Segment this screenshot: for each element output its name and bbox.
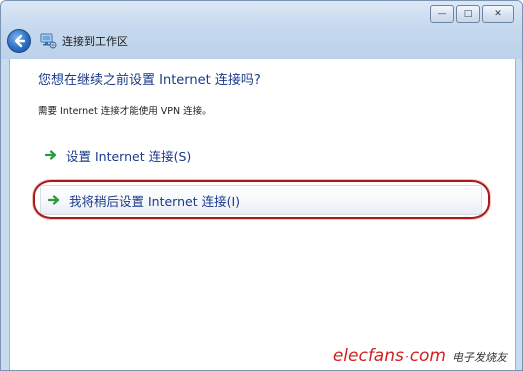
green-arrow-icon	[44, 148, 58, 162]
setup-internet-option[interactable]: 设置 Internet 连接(S)	[44, 142, 191, 168]
green-arrow-icon	[47, 193, 61, 207]
setup-internet-label: 设置 Internet 连接(S)	[66, 148, 192, 164]
page-description: 需要 Internet 连接才能使用 VPN 连接。	[38, 106, 212, 117]
maximize-icon: □	[463, 9, 473, 19]
wizard-content: 您想在继续之前设置 Internet 连接吗? 需要 Internet 连接才能…	[9, 59, 516, 370]
close-icon: ✕	[494, 9, 502, 19]
close-button[interactable]: ✕	[482, 5, 514, 23]
watermark-logo: elecfans·com	[332, 346, 446, 366]
watermark: elecfans·com 电子发烧友	[333, 346, 507, 366]
title-bar: — □ ✕ 连接到工作区	[1, 1, 522, 59]
network-connection-icon	[39, 32, 57, 50]
minimize-icon: —	[437, 9, 447, 19]
page-title: 您想在继续之前设置 Internet 连接吗?	[38, 73, 261, 88]
minimize-button[interactable]: —	[430, 5, 454, 23]
back-arrow-icon	[14, 34, 26, 48]
back-button[interactable]	[7, 29, 31, 53]
nav-bar: 连接到工作区	[7, 27, 128, 55]
setup-later-option[interactable]: 我将稍后设置 Internet 连接(I)	[40, 185, 482, 215]
maximize-button[interactable]: □	[456, 5, 480, 23]
watermark-cn-text: 电子发烧友	[452, 351, 507, 364]
vpn-wizard-window: — □ ✕ 连接到工作区 您想在继续之前设置 Internet 连接吗? 需要 …	[0, 0, 523, 371]
window-title: 连接到工作区	[62, 35, 128, 48]
window-controls: — □ ✕	[430, 5, 514, 25]
setup-later-label: 我将稍后设置 Internet 连接(I)	[69, 193, 241, 209]
